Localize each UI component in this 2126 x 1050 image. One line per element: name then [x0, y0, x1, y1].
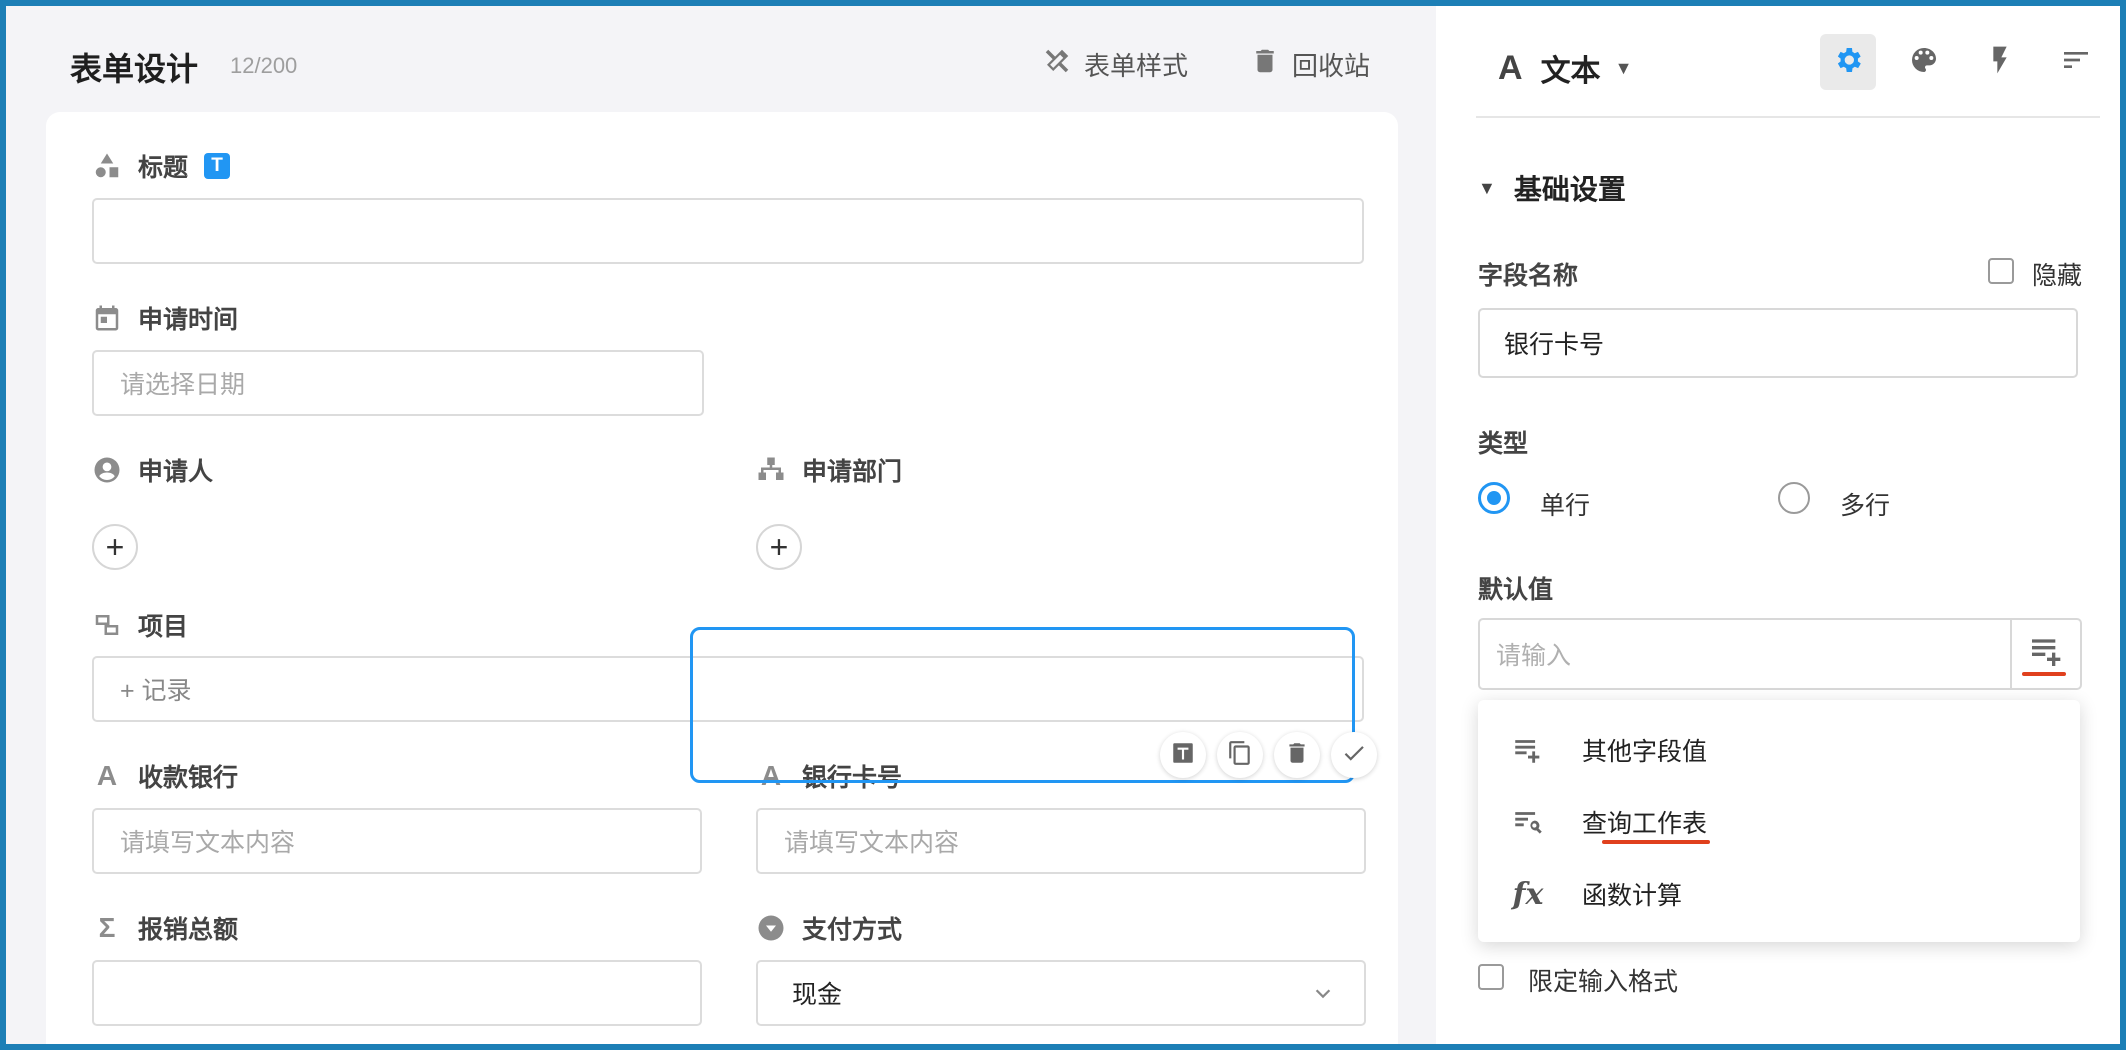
- section-title: 基础设置: [1513, 174, 1626, 205]
- type-single-radio[interactable]: [1478, 482, 1510, 514]
- field-label-total: Σ 报销总额: [92, 910, 238, 946]
- panel-divider: [1476, 116, 2100, 118]
- basic-settings-header[interactable]: ▼ 基础设置: [1478, 168, 1626, 208]
- title-badge-icon: T: [204, 153, 231, 179]
- field-label-bank: A 收款银行: [92, 758, 238, 794]
- default-value-menu: 其他字段值 查询工作表 fx 函数计算: [1478, 700, 2080, 942]
- page-title: 表单设计: [70, 51, 199, 87]
- card-no-input[interactable]: 请填写文本内容: [756, 808, 1366, 874]
- add-applicant-button[interactable]: +: [92, 524, 138, 570]
- copy-field-button[interactable]: [1217, 732, 1263, 778]
- confirm-field-button[interactable]: [1331, 732, 1377, 778]
- field-type-button[interactable]: [1160, 732, 1206, 778]
- chevron-down-icon: [1312, 982, 1334, 1004]
- restrict-format-checkbox[interactable]: [1478, 964, 1504, 990]
- collapse-triangle-icon: ▼: [1478, 177, 1496, 198]
- add-department-button[interactable]: +: [756, 524, 802, 570]
- field-type-selector[interactable]: A 文本 ▼: [1498, 46, 1632, 90]
- type-label: 类型: [1478, 430, 1529, 458]
- relation-icon: [92, 610, 122, 640]
- default-value-input[interactable]: 请输入: [1478, 618, 2082, 690]
- field-label-apply-time: 申请时间: [92, 300, 238, 336]
- payment-value: 现金: [792, 981, 843, 1009]
- default-value-menu-button[interactable]: [2010, 618, 2082, 688]
- field-label-title: 标题 T: [92, 148, 231, 184]
- field-label-project: 项目: [92, 607, 188, 643]
- field-label-payment: 支付方式: [756, 910, 902, 946]
- form-designer: 表单设计 12/200 表单样式 回收站 标题 T 申请时间 请选择日期 申请人…: [6, 6, 1436, 1044]
- text-type-icon: A: [1498, 48, 1523, 87]
- field-toolbar: [1160, 732, 1377, 778]
- text-field-icon: A: [96, 760, 118, 791]
- field-name-input[interactable]: 银行卡号: [1478, 308, 2078, 378]
- type-multi-label: 多行: [1840, 492, 1891, 520]
- form-style-button[interactable]: 表单样式: [1042, 46, 1188, 83]
- gear-icon: [1832, 44, 1864, 81]
- type-multi-radio[interactable]: [1778, 482, 1810, 514]
- default-value-label: 默认值: [1478, 576, 1554, 604]
- shapes-icon: [92, 151, 122, 181]
- restrict-format-label: 限定输入格式: [1528, 968, 1679, 996]
- function-icon: fx: [1512, 876, 1544, 912]
- bank-input[interactable]: 请填写文本内容: [92, 808, 702, 874]
- trash-icon: [1284, 740, 1310, 771]
- recycle-bin-label: 回收站: [1292, 51, 1371, 81]
- recycle-bin-button[interactable]: 回收站: [1250, 46, 1370, 83]
- other-field-icon: [1510, 732, 1546, 768]
- field-count: 12/200: [230, 53, 298, 78]
- calendar-icon: [92, 303, 122, 333]
- user-circle-icon: [92, 455, 122, 485]
- payment-select[interactable]: 现金: [756, 960, 1366, 1026]
- trash-icon: [1250, 46, 1280, 83]
- menu-item-other-field[interactable]: 其他字段值: [1478, 714, 2080, 786]
- apply-time-input[interactable]: 请选择日期: [92, 350, 704, 416]
- field-type-label: 文本: [1540, 55, 1601, 88]
- tab-sort[interactable]: [2048, 34, 2104, 90]
- query-worksheet-icon: [1510, 804, 1546, 840]
- menu-item-function[interactable]: fx 函数计算: [1478, 858, 2080, 930]
- field-label-department: 申请部门: [756, 452, 902, 488]
- tab-events[interactable]: [1972, 34, 2028, 90]
- form-canvas: 标题 T 申请时间 请选择日期 申请人 + 申请部门 + 项目 + 记录 A 收…: [46, 112, 1398, 1044]
- delete-field-button[interactable]: [1274, 732, 1320, 778]
- type-single-label: 单行: [1540, 492, 1591, 520]
- caret-down-icon: ▼: [1614, 57, 1633, 78]
- form-style-label: 表单样式: [1084, 51, 1189, 81]
- tab-style[interactable]: [1896, 34, 1952, 90]
- highlight-underline: [1602, 840, 1710, 844]
- tools-icon: [1042, 46, 1072, 83]
- tab-settings[interactable]: [1820, 34, 1876, 90]
- text-type-icon: [1170, 740, 1196, 771]
- dropdown-circle-icon: [756, 913, 786, 943]
- copy-icon: [1227, 740, 1253, 771]
- sigma-icon: Σ: [98, 912, 116, 943]
- highlight-underline: [2022, 672, 2066, 676]
- app-window: 表单设计 12/200 表单样式 回收站 标题 T 申请时间 请选择日期 申请人…: [6, 6, 2120, 1044]
- hide-checkbox[interactable]: [1988, 258, 2014, 284]
- field-settings-panel: A 文本 ▼ ▼ 基础设置 字段名称 隐藏 银行卡号 类型 单行 多行 默认值 …: [1436, 6, 2120, 1044]
- sort-lines-icon: [2060, 44, 2092, 81]
- total-input[interactable]: [92, 960, 702, 1026]
- field-insert-icon: [2027, 631, 2067, 676]
- check-icon: [1341, 740, 1367, 771]
- org-tree-icon: [756, 455, 786, 485]
- palette-icon: [1908, 44, 1940, 81]
- menu-item-query-worksheet[interactable]: 查询工作表: [1478, 786, 2080, 858]
- hide-label: 隐藏: [2032, 262, 2083, 290]
- title-input[interactable]: [92, 198, 1364, 264]
- lightning-icon: [1984, 44, 2016, 81]
- field-name-label: 字段名称: [1478, 262, 1579, 290]
- field-label-applicant: 申请人: [92, 452, 213, 488]
